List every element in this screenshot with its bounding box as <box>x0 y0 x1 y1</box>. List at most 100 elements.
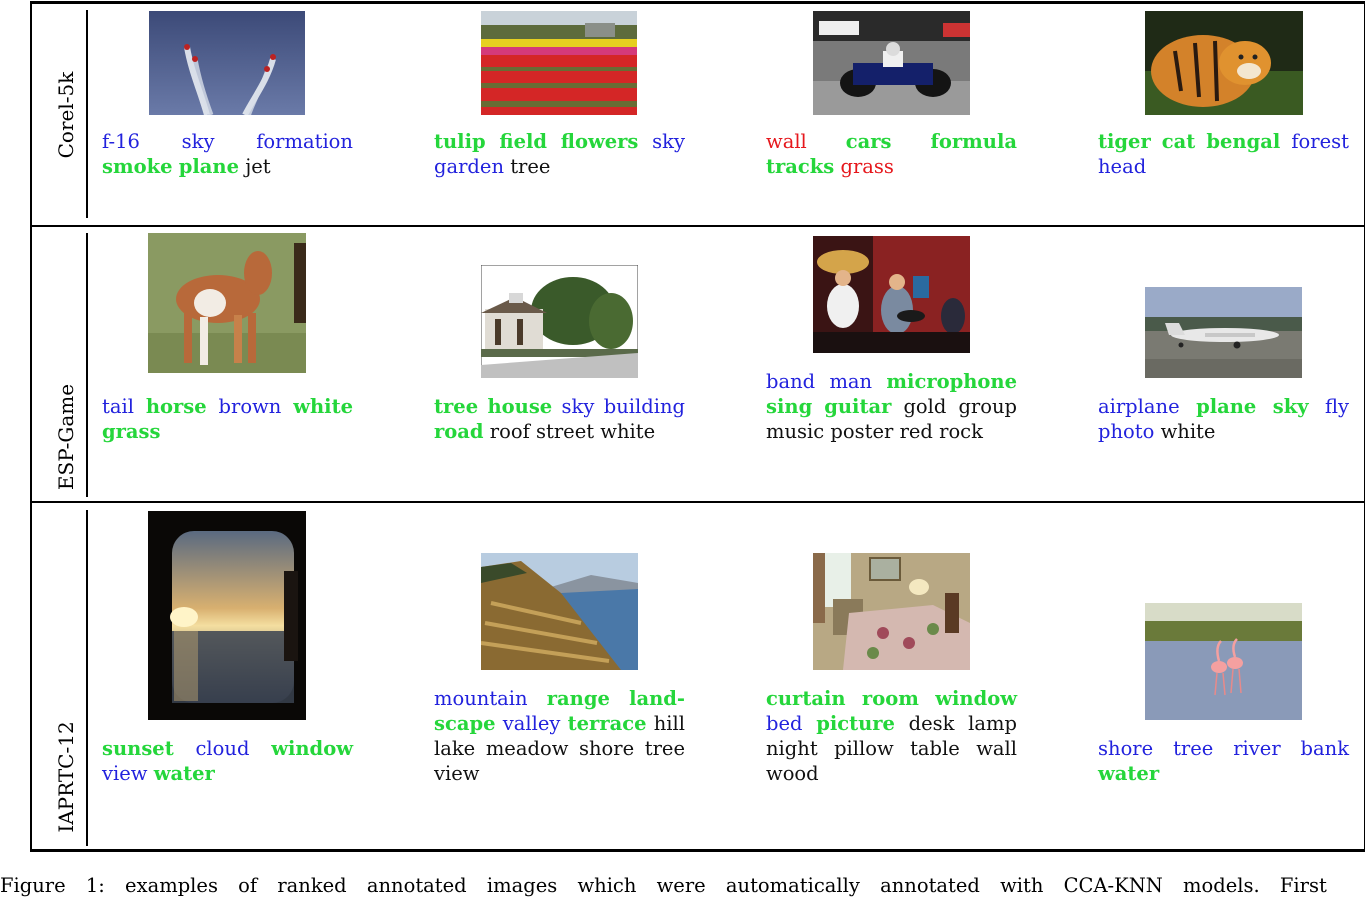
airplane-photo <box>1145 287 1302 378</box>
annotation-tag: bank <box>1300 737 1350 760</box>
tulip-field-photo <box>481 11 637 115</box>
annotation-tag: grass <box>840 155 894 178</box>
annotation-tag: room <box>861 687 919 710</box>
annotation-tag: sky <box>1272 395 1309 418</box>
annotation-tag: group <box>958 395 1018 418</box>
band-stage-photo <box>813 236 970 353</box>
annotation-tag: jet <box>245 155 271 178</box>
caption-corel-4: tiger cat bengal forest head <box>1098 129 1349 179</box>
annotation-tag: wall <box>766 130 807 153</box>
annotation-tag: poster <box>830 420 894 443</box>
annotation-tag: scape <box>434 712 496 735</box>
annotation-tag: white <box>293 395 353 418</box>
annotation-tag: building <box>603 395 686 418</box>
annotation-tag: rock <box>939 420 983 443</box>
annotation-tag: cat <box>1161 130 1196 153</box>
annotation-tag: table <box>910 737 960 760</box>
annotation-tag: wall <box>976 737 1018 760</box>
annotation-tag: sing <box>766 395 813 418</box>
annotation-tag: sky <box>181 130 215 153</box>
annotation-tag: plane <box>178 155 240 178</box>
annotation-tag: desk <box>908 712 955 735</box>
caption-corel-3: wall cars formula tracks grass <box>766 129 1017 179</box>
annotation-tag: plane <box>1196 395 1257 418</box>
caption-iaprtc-4: shore tree river bank water <box>1098 736 1349 786</box>
annotation-tag: sky <box>652 130 686 153</box>
annotation-tag: head <box>1098 155 1147 178</box>
tiger-photo <box>1145 11 1303 115</box>
annotation-tag: window <box>935 687 1018 710</box>
annotation-tag: tulip <box>434 130 486 153</box>
annotation-tag: water <box>1098 762 1160 785</box>
caption-esp-3: band man microphone sing guitar gold gro… <box>766 369 1017 444</box>
caption-iaprtc-1: sunset cloud window view water <box>102 736 353 786</box>
bedroom-photo <box>813 553 970 670</box>
annotation-tag: bengal <box>1206 130 1281 153</box>
caption-iaprtc-3: curtain room window bed picture desk lam… <box>766 686 1017 786</box>
caption-esp-2: tree house sky building road roof street… <box>434 394 685 444</box>
lakeshore-photo <box>481 553 638 670</box>
annotation-tag: tracks <box>766 155 835 178</box>
annotation-tag: night <box>766 737 818 760</box>
annotation-tag: forest <box>1291 130 1350 153</box>
annotation-tag: tree <box>510 155 551 178</box>
annotation-tag: man <box>829 370 873 393</box>
annotation-tag: grass <box>102 420 161 443</box>
annotation-tag: meadow <box>485 737 569 760</box>
annotation-tag: sky <box>561 395 595 418</box>
annotation-tag: tree <box>434 395 479 418</box>
annotation-tag: cars <box>845 130 892 153</box>
annotation-tag: lamp <box>968 712 1018 735</box>
caption-corel-2: tulip field flowers sky garden tree <box>434 129 685 179</box>
annotation-tag: horse <box>145 395 207 418</box>
caption-iaprtc-2: mountain range land- scape valley terrac… <box>434 686 685 786</box>
annotation-tag: cloud <box>195 737 250 760</box>
label-column-separator <box>86 510 88 846</box>
annotation-tag: guitar <box>824 395 892 418</box>
annotation-tag: valley <box>502 712 561 735</box>
annotation-tag: view <box>102 762 148 785</box>
caption-corel-1: f-16 sky formation smoke plane jet <box>102 129 353 179</box>
caption-esp-1: tail horse brown white grass <box>102 394 353 444</box>
annotation-tag: brown <box>218 395 282 418</box>
annotation-tag: street <box>536 420 595 443</box>
annotation-tag: shore <box>1098 737 1154 760</box>
row-label-esp: ESP-Game <box>54 383 78 491</box>
annotation-tag: range <box>546 687 610 710</box>
annotation-tag: sunset <box>102 737 174 760</box>
flamingos-photo <box>1145 603 1302 720</box>
annotation-tag: house <box>487 395 553 418</box>
annotation-tag: photo <box>1098 420 1155 443</box>
annotation-tag: fly <box>1325 395 1350 418</box>
annotation-tag: airplane <box>1098 395 1180 418</box>
annotation-tag: tail <box>102 395 134 418</box>
annotation-tag: tiger <box>1098 130 1151 153</box>
annotation-tag: water <box>153 762 215 785</box>
annotation-tag: tree <box>1173 737 1214 760</box>
annotation-tag: flowers <box>560 130 639 153</box>
airshow-jets-photo <box>149 11 305 115</box>
annotation-tag: hill <box>653 712 686 735</box>
annotation-tag: music <box>766 420 825 443</box>
annotation-tag: microphone <box>886 370 1018 393</box>
annotation-tag: gold <box>903 395 947 418</box>
caption-esp-4: airplane plane sky fly photo white <box>1098 394 1349 444</box>
annotation-tag: wood <box>766 762 819 785</box>
annotation-tag: pillow <box>834 737 894 760</box>
annotation-tag: road <box>434 420 484 443</box>
annotation-tag: picture <box>816 712 895 735</box>
annotation-tag: formula <box>930 130 1017 153</box>
annotation-tag: field <box>499 130 548 153</box>
annotation-tag: garden <box>434 155 505 178</box>
annotation-tag: lake <box>434 737 476 760</box>
house-trees-photo <box>481 265 638 378</box>
annotation-tag: tree <box>644 737 685 760</box>
annotation-tag: band <box>766 370 816 393</box>
annotation-tag: terrace <box>567 712 647 735</box>
label-column-separator <box>86 10 88 218</box>
annotation-tag: white <box>600 420 656 443</box>
row-label-corel: Corel-5k <box>54 71 78 159</box>
annotation-tag: mountain <box>434 687 528 710</box>
label-column-separator <box>86 233 88 497</box>
annotation-tag: bed <box>766 712 803 735</box>
